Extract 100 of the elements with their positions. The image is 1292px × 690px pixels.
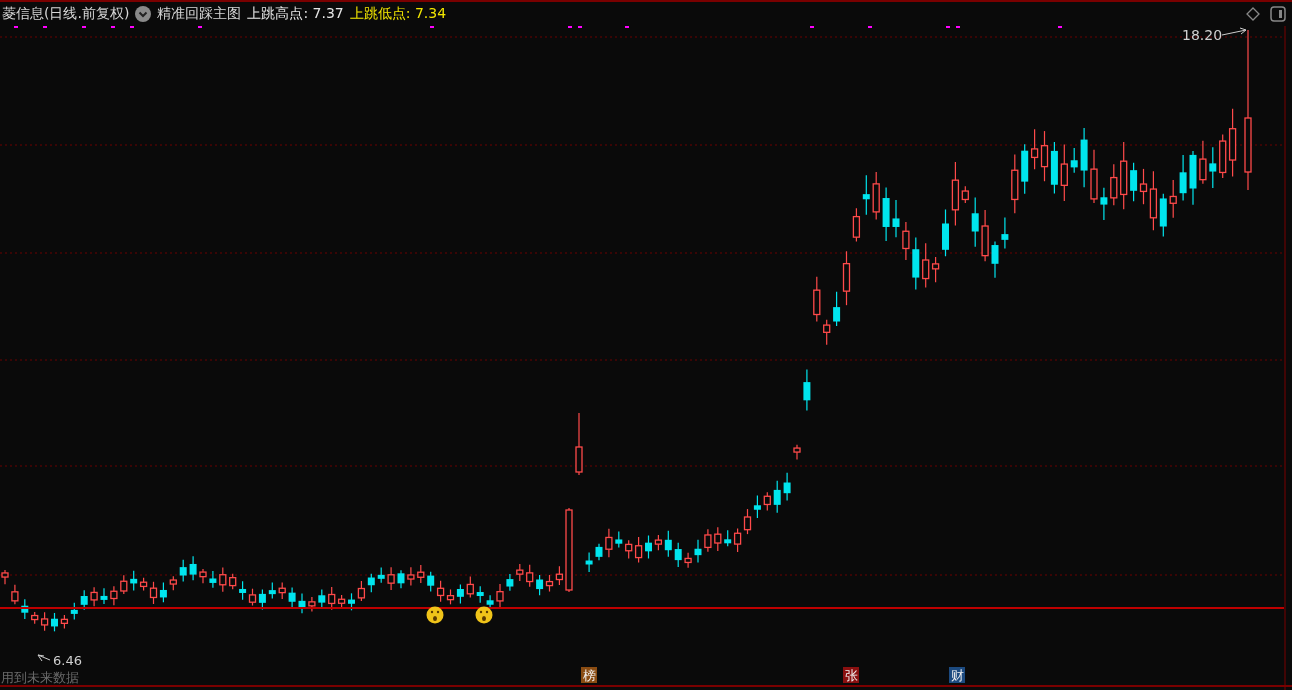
candlestick [60,614,69,630]
candlestick [1110,163,1118,206]
event-badge[interactable]: 张 [843,667,859,683]
candlestick [605,528,613,558]
candlestick [268,581,276,600]
diamond-icon[interactable] [1246,7,1260,21]
candlestick [912,236,920,290]
candlestick [704,528,712,553]
candlestick [357,580,366,602]
candlestick [1001,216,1009,249]
candlestick [1209,146,1217,189]
candlestick [674,542,682,568]
candlestick [219,567,227,593]
candlestick [1169,179,1177,219]
candlestick [110,585,118,606]
candlestick [348,592,355,611]
candlestick [526,564,534,588]
future-data-note: 用到未来数据 [1,670,79,685]
candlestick [763,491,771,512]
candlestick [179,559,187,583]
candlestick [634,536,643,564]
candlestick [486,594,494,609]
candlestick [882,186,890,242]
candlestick [645,534,652,560]
panel-toggle-icon[interactable] [1270,6,1286,22]
candlestick [852,207,861,243]
candlestick [466,576,474,599]
candlestick [1199,140,1207,185]
min-price-label: 6.46 [53,653,82,668]
candlestick [506,573,514,592]
candlestick [516,563,524,582]
candlestick [902,221,910,261]
candlestick [1189,150,1197,206]
candlestick [1120,141,1128,210]
candlestick [1080,127,1088,188]
candlestick [1090,149,1098,204]
candlestick [11,584,19,605]
candlestick [1030,128,1039,170]
candlestick [288,586,296,608]
candlestick [397,569,405,589]
candlestick [595,543,603,561]
candlestick [1179,154,1187,202]
candlestick [1011,153,1019,214]
candlestick [199,568,207,584]
candlestick [872,171,880,221]
candlestick [783,472,791,502]
surprised-face-icon [426,606,444,624]
candlestick [793,444,801,460]
candlestick [189,555,197,581]
min-arrow-icon [37,654,51,662]
legend-value: 上跳高点: 7.37 [247,5,344,23]
candlestick [615,530,623,549]
candlestick [298,592,306,614]
candlestick [417,564,425,584]
candlestick [1060,143,1068,202]
candlestick [278,581,286,600]
candlestick [714,526,722,552]
candlestick [1070,147,1078,174]
candlestick [387,566,395,591]
candlestick [100,587,108,605]
candlestick [318,588,326,609]
candlestick [1100,187,1108,221]
candlestick [21,598,29,620]
indicator-name: 精准回踩主图 [157,5,242,23]
candlestick [446,588,455,605]
event-badge[interactable]: 财 [949,667,965,683]
max-price-label: 18.20 [1182,27,1223,43]
surprised-face-icon [475,606,493,624]
candlestick [991,240,999,279]
candlestick [436,580,445,603]
candlestick [407,566,415,587]
candlestick [209,570,217,589]
event-badge[interactable]: 榜 [581,667,597,683]
candlestick [694,539,702,564]
stock-title: 菱信息(日线.前复权) [2,5,130,23]
candlestick [684,552,692,569]
candlestick [545,574,554,593]
candlestick [1040,130,1049,182]
legend-value: 上跳低点: 7.34 [349,5,447,23]
candlestick [476,585,484,604]
candlestick [90,586,98,607]
candlestick [942,208,949,257]
candlestick [120,574,128,595]
candlestick [803,368,811,412]
candlestick [169,575,177,591]
candlestick [308,596,316,613]
candlestick [892,199,900,238]
candlestick [496,583,504,609]
candlestick [813,276,821,323]
candlestick [575,412,583,476]
dropdown-icon[interactable] [135,6,152,22]
candlestick [823,319,831,346]
max-arrow-icon [1221,27,1247,36]
candlestick [51,612,58,632]
candlestick [229,573,237,590]
candlestick [743,508,752,535]
candlestick [773,480,781,514]
candlestick [248,588,257,607]
candlestick [585,551,593,573]
candlestick [981,209,989,262]
